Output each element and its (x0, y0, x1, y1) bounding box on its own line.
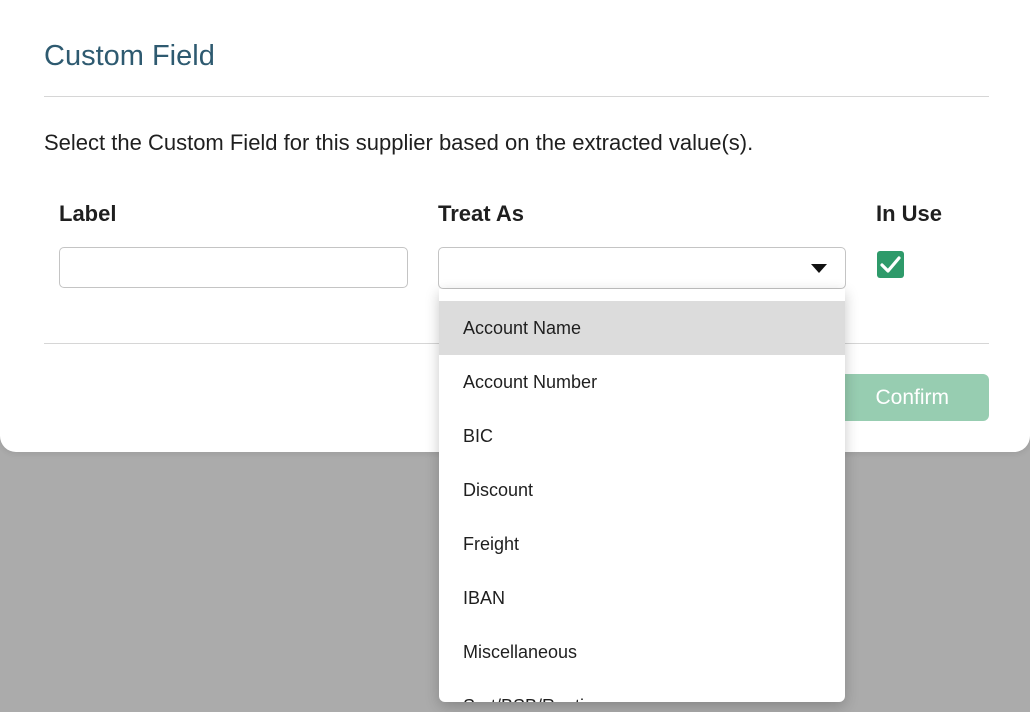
header-divider (44, 96, 989, 97)
dialog-title: Custom Field (44, 40, 215, 72)
dropdown-option[interactable]: IBAN (439, 571, 845, 625)
dropdown-option[interactable]: Sort/BSB/Routi... (439, 679, 845, 702)
treat-as-column-header: Treat As (438, 201, 525, 226)
checkmark-icon (880, 256, 901, 273)
dialog-description: Select the Custom Field for this supplie… (44, 130, 754, 155)
in-use-column-header: In Use (876, 201, 943, 226)
treat-as-select[interactable] (438, 247, 846, 289)
dropdown-option[interactable]: Discount (439, 463, 845, 517)
dropdown-options-list: Account Name Account Number BIC Discount Fre… (439, 301, 845, 702)
dropdown-option[interactable]: Freight (439, 517, 845, 571)
dropdown-option[interactable]: BIC (439, 409, 845, 463)
dropdown-option[interactable]: Miscellaneous (439, 625, 845, 679)
treat-as-dropdown-menu: Account Name Account Number BIC Discount Fre… (439, 289, 845, 702)
dropdown-option[interactable]: Account Name (439, 301, 845, 355)
in-use-checkbox[interactable] (877, 251, 904, 278)
label-column-header: Label (59, 201, 117, 226)
dropdown-option[interactable]: Account Number (439, 355, 845, 409)
label-input[interactable] (59, 247, 408, 288)
confirm-button[interactable]: Confirm (836, 374, 989, 421)
caret-down-icon (811, 264, 827, 273)
